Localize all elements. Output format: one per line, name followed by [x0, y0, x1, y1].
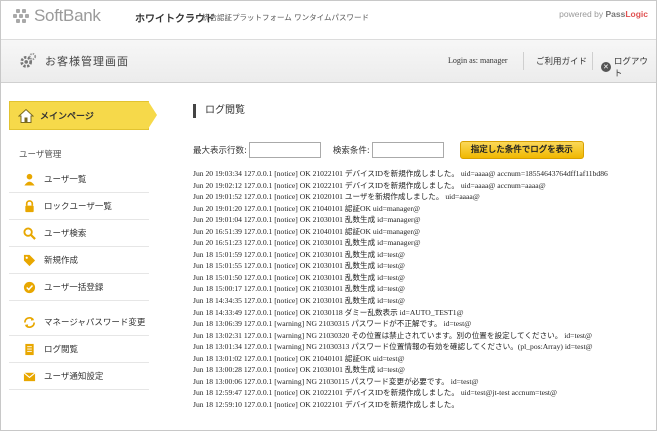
powered-brand-a: Pass — [605, 9, 626, 19]
log-filter-bar: 最大表示行数: 検索条件: 指定した条件でログを表示 — [193, 139, 655, 161]
gear-icon — [20, 52, 37, 68]
sidebar-item-manager-password[interactable]: マネージャパスワード変更 — [9, 309, 149, 336]
admin-title: お客様管理画面 — [45, 55, 129, 68]
user-icon — [24, 173, 35, 186]
log-line: Jun 18 14:33:49 127.0.0.1 [notice] OK 21… — [193, 307, 464, 317]
search-condition-label: 検索条件: — [332, 146, 370, 156]
logout-link[interactable]: ✕ ログアウト — [601, 55, 656, 79]
log-line: Jun 18 13:01:34 127.0.0.1 [warning] NG 2… — [193, 342, 593, 352]
sidebar-item-label: ロックユーザ一覧 — [44, 202, 112, 212]
sidebar-item-locked-users[interactable]: ロックユーザ一覧 — [9, 193, 149, 220]
home-icon — [18, 108, 34, 123]
sidebar-item-label: ユーザ通知設定 — [44, 372, 104, 382]
login-as-text: Login as: manager — [448, 56, 508, 65]
log-line: Jun 20 16:51:23 127.0.0.1 [notice] OK 21… — [193, 238, 421, 248]
section-label-user-management: ユーザ管理 — [19, 150, 62, 160]
sidebar-item-label: 新規作成 — [44, 256, 79, 266]
log-list: Jun 20 19:03:34 127.0.0.1 [notice] OK 21… — [193, 168, 655, 430]
main-content: ログ閲覧 最大表示行数: 検索条件: 指定した条件でログを表示 Jun 20 1… — [193, 104, 655, 409]
divider — [592, 52, 593, 70]
log-line: Jun 20 19:01:04 127.0.0.1 [notice] OK 21… — [193, 215, 421, 225]
log-line: Jun 18 13:00:06 127.0.0.1 [warning] NG 2… — [193, 376, 479, 386]
show-log-button[interactable]: 指定した条件でログを表示 — [459, 141, 584, 159]
log-line: Jun 20 19:02:12 127.0.0.1 [notice] OK 21… — [193, 180, 546, 190]
log-line: Jun 20 19:01:20 127.0.0.1 [notice] OK 21… — [193, 203, 421, 213]
log-line: Jun 18 15:01:59 127.0.0.1 [notice] OK 21… — [193, 249, 405, 259]
product-subtitle: 統合認証プラットフォーム ワンタイムパスワード — [202, 13, 370, 22]
sidebar-item-label: マネージャパスワード変更 — [44, 318, 146, 328]
document-icon — [25, 343, 34, 355]
sidebar-item-label: ユーザ検索 — [44, 229, 87, 239]
log-line: Jun 18 13:01:02 127.0.0.1 [notice] OK 21… — [193, 353, 405, 363]
sidebar-item-bulk-register[interactable]: ユーザ一括登録 — [9, 274, 149, 301]
log-line: Jun 18 13:06:39 127.0.0.1 [warning] NG 2… — [193, 319, 472, 329]
sidebar-item-label: ユーザ一括登録 — [44, 283, 104, 293]
max-rows-label: 最大表示行数: — [193, 146, 247, 156]
logout-label: ログアウト — [613, 57, 648, 79]
max-rows-input[interactable] — [248, 142, 321, 158]
sidebar-item-label: ログ閲覧 — [44, 345, 79, 355]
sidebar-item-label: メインページ — [40, 112, 94, 122]
tag-icon — [23, 254, 36, 266]
check-circle-icon — [23, 281, 36, 293]
lock-icon — [25, 199, 34, 212]
close-circle-icon: ✕ — [601, 62, 611, 72]
sidebar-item-label: ユーザ一覧 — [44, 175, 87, 185]
logo-text: SoftBank — [34, 6, 101, 25]
divider — [523, 52, 524, 70]
sidebar-item-log-view[interactable]: ログ閲覧 — [9, 336, 149, 363]
log-line: Jun 18 15:01:50 127.0.0.1 [notice] OK 21… — [193, 272, 405, 282]
powered-brand-b: Logic — [625, 9, 648, 19]
powered-prefix: powered by — [559, 9, 604, 19]
refresh-icon — [24, 316, 35, 328]
log-line: Jun 18 13:02:31 127.0.0.1 [warning] NG 2… — [193, 330, 592, 340]
page-title: ログ閲覧 — [193, 104, 655, 118]
sidebar: メインページ ユーザ管理 ユーザ一覧 ロックユーザ一覧 ユーザ検索 新規作成 ユ… — [9, 101, 157, 390]
log-line: Jun 18 13:00:28 127.0.0.1 [notice] OK 21… — [193, 365, 405, 375]
softbank-logo[interactable]: SoftBank — [11, 6, 101, 26]
log-line: Jun 18 12:59:10 127.0.0.1 [notice] OK 21… — [193, 399, 459, 409]
log-line: Jun 20 16:51:39 127.0.0.1 [notice] OK 21… — [193, 226, 421, 236]
sidebar-item-user-search[interactable]: ユーザ検索 — [9, 220, 149, 247]
search-condition-input[interactable] — [371, 142, 444, 158]
top-header: SoftBank ホワイトクラウド 統合認証プラットフォーム ワンタイムパスワー… — [1, 1, 656, 35]
powered-by: powered by PassLogic — [559, 9, 648, 19]
guide-link[interactable]: ご利用ガイド — [536, 55, 587, 67]
log-line: Jun 18 14:34:35 127.0.0.1 [notice] OK 21… — [193, 296, 405, 306]
admin-bar: お客様管理画面 Login as: manager ご利用ガイド ✕ ログアウト — [1, 39, 656, 83]
log-line: Jun 20 19:03:34 127.0.0.1 [notice] OK 21… — [193, 169, 608, 178]
sidebar-item-main[interactable]: メインページ — [9, 101, 157, 130]
logo-mark-icon — [11, 6, 31, 26]
log-line: Jun 20 19:01:52 127.0.0.1 [notice] OK 21… — [193, 192, 480, 202]
log-line: Jun 18 12:59:47 127.0.0.1 [notice] OK 21… — [193, 388, 558, 398]
sidebar-item-new-user[interactable]: 新規作成 — [9, 247, 149, 274]
log-line: Jun 18 15:01:55 127.0.0.1 [notice] OK 21… — [193, 261, 405, 271]
app-window: SoftBank ホワイトクラウド 統合認証プラットフォーム ワンタイムパスワー… — [0, 0, 657, 431]
mail-icon — [23, 371, 36, 381]
log-line: Jun 18 15:00:17 127.0.0.1 [notice] OK 21… — [193, 284, 405, 294]
sidebar-item-notification-settings[interactable]: ユーザ通知設定 — [9, 363, 149, 390]
search-icon — [23, 226, 36, 240]
sidebar-item-user-list[interactable]: ユーザ一覧 — [9, 166, 149, 193]
